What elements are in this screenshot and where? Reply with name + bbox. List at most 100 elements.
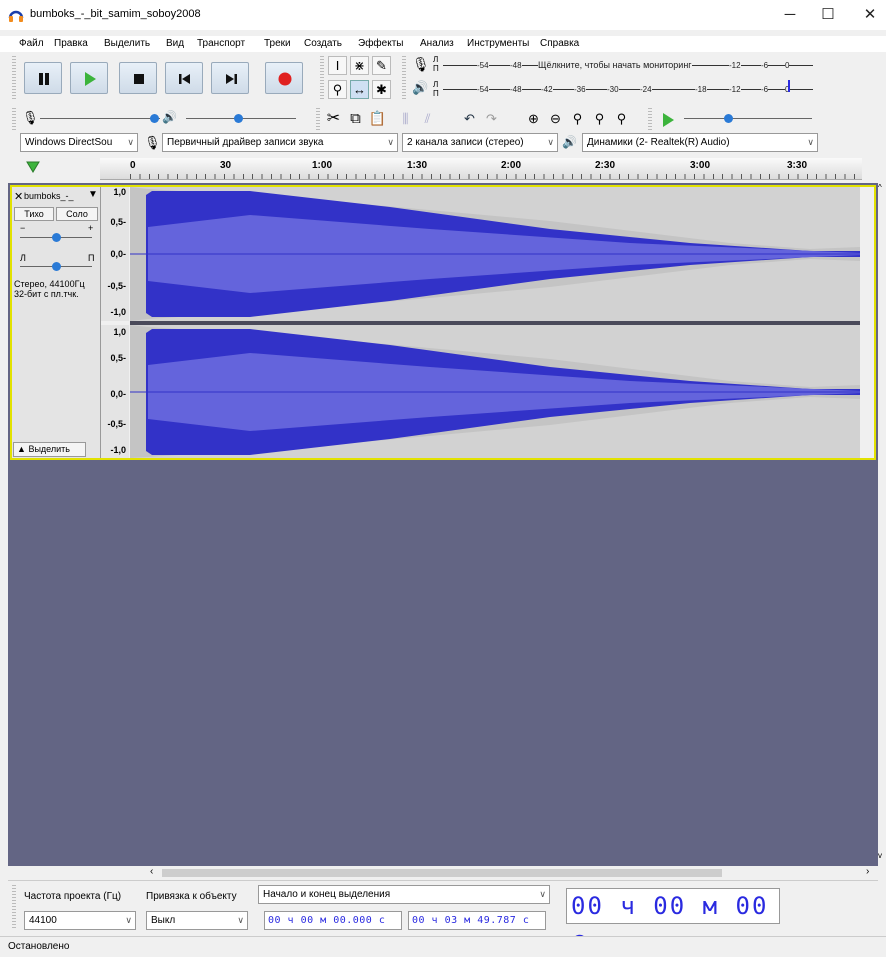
snap-to-select[interactable]: Выкл ∨ bbox=[146, 911, 248, 930]
menu-tools[interactable]: Инструменты bbox=[467, 38, 529, 49]
menu-transport[interactable]: Транспорт bbox=[197, 38, 245, 49]
gain-slider-thumb[interactable] bbox=[52, 233, 61, 242]
play-meter-tick: -48 bbox=[510, 85, 522, 94]
draw-tool-icon[interactable]: ✎ bbox=[372, 56, 391, 75]
toolbar-grip[interactable] bbox=[320, 56, 324, 100]
undo-icon[interactable]: ↶ bbox=[460, 110, 479, 129]
fit-selection-icon[interactable]: ⚲ bbox=[568, 110, 587, 129]
record-meter-tick: -54 bbox=[477, 61, 489, 70]
record-meter-tick: -48 bbox=[510, 61, 522, 70]
input-volume-slider[interactable] bbox=[40, 118, 160, 119]
stop-button[interactable] bbox=[119, 62, 157, 94]
toolbar-grip[interactable] bbox=[402, 56, 406, 100]
trim-icon[interactable]: ⫼ bbox=[396, 110, 415, 129]
track-control-panel: ✕ bumboks_-_ ▼ Тихо Соло − + Л П Стерео,… bbox=[12, 187, 101, 458]
play-button[interactable] bbox=[70, 62, 108, 94]
scroll-thumb[interactable] bbox=[162, 869, 722, 877]
maximize-button[interactable]: ☐ bbox=[808, 4, 848, 26]
selection-end-time[interactable]: 00 ч 03 м 49.787 с bbox=[408, 911, 546, 930]
audio-position-display[interactable]: 00 ч 00 м 00 с bbox=[566, 888, 780, 954]
output-volume-thumb[interactable] bbox=[234, 114, 243, 123]
silence-icon[interactable]: ⫽ bbox=[418, 110, 437, 129]
toolbar-grip[interactable] bbox=[648, 108, 652, 130]
output-volume-speaker-icon: 🔊 bbox=[162, 110, 177, 124]
waveform-left-channel[interactable] bbox=[130, 187, 860, 321]
horizontal-scrollbar[interactable]: ‹ › bbox=[8, 866, 878, 880]
zoom-toggle-icon[interactable]: ⚲ bbox=[612, 110, 631, 129]
selection-tool-icon[interactable]: I bbox=[328, 56, 347, 75]
status-bar: Остановлено bbox=[0, 936, 886, 955]
play-speed-thumb[interactable] bbox=[724, 114, 733, 123]
track-select-button[interactable]: ▲ Выделить bbox=[13, 442, 86, 457]
selection-mode-select[interactable]: Начало и конец выделения ∨ bbox=[258, 885, 550, 904]
vertical-scrollbar[interactable]: ^ v bbox=[878, 183, 886, 866]
record-button[interactable] bbox=[265, 62, 303, 94]
audio-host-select[interactable]: Windows DirectSou ∨ bbox=[20, 133, 138, 152]
menu-tracks[interactable]: Треки bbox=[264, 38, 291, 49]
input-device-select[interactable]: Первичный драйвер записи звука ∨ bbox=[162, 133, 398, 152]
amplitude-scale-right[interactable]: 1,0 0,5- 0,0- -0,5- -1,0 bbox=[101, 325, 129, 458]
scroll-up-icon[interactable]: ^ bbox=[878, 183, 882, 192]
menu-select[interactable]: Выделить bbox=[104, 38, 150, 49]
redo-icon[interactable]: ↷ bbox=[482, 110, 501, 129]
copy-icon[interactable]: ⧉ bbox=[346, 110, 365, 129]
pause-button[interactable] bbox=[24, 62, 62, 94]
pan-slider-thumb[interactable] bbox=[52, 262, 61, 271]
record-meter[interactable]: -54 -48 Щёлкните, чтобы начать мониторин… bbox=[443, 56, 821, 76]
menu-analyze[interactable]: Анализ bbox=[420, 38, 454, 49]
play-speed-slider[interactable] bbox=[684, 118, 812, 119]
selection-start-time[interactable]: 00 ч 00 м 00.000 с bbox=[264, 911, 402, 930]
timeline-ruler[interactable]: 0 30 1:00 1:30 2:00 2:30 3:00 3:30 bbox=[100, 158, 862, 180]
zoom-tool-icon[interactable]: ⚲ bbox=[328, 80, 347, 99]
title-bar: bumboks_-_bit_samim_soboy2008 ─ ☐ ✕ bbox=[0, 0, 886, 30]
menu-effects[interactable]: Эффекты bbox=[358, 38, 403, 49]
fit-project-icon[interactable]: ⚲ bbox=[590, 110, 609, 129]
play-meter-tick: -24 bbox=[640, 85, 652, 94]
multi-tool-icon[interactable]: ✱ bbox=[372, 80, 391, 99]
track-name-menu[interactable]: bumboks_-_ bbox=[24, 191, 74, 201]
toolbar-grip[interactable] bbox=[316, 108, 320, 130]
record-icon bbox=[278, 72, 292, 86]
skip-end-button[interactable] bbox=[211, 62, 249, 94]
mute-button[interactable]: Тихо bbox=[14, 207, 54, 221]
project-rate-select[interactable]: 44100 ∨ bbox=[24, 911, 136, 930]
audacity-logo-icon bbox=[8, 10, 24, 22]
zoom-in-icon[interactable]: ⊕ bbox=[524, 110, 543, 129]
play-at-speed-icon[interactable] bbox=[660, 112, 676, 128]
input-channels-select[interactable]: 2 канала записи (стерео) ∨ bbox=[402, 133, 558, 152]
scroll-down-icon[interactable]: v bbox=[878, 851, 882, 860]
solo-button[interactable]: Соло bbox=[56, 207, 98, 221]
menu-file[interactable]: Файл bbox=[19, 38, 44, 49]
menu-view[interactable]: Вид bbox=[166, 38, 184, 49]
output-device-select[interactable]: Динамики (2- Realtek(R) Audio) ∨ bbox=[582, 133, 818, 152]
minimize-button[interactable]: ─ bbox=[770, 4, 810, 26]
cut-icon[interactable]: ✂ bbox=[324, 110, 343, 129]
play-meter-tick: -36 bbox=[574, 85, 586, 94]
toolbar-grip[interactable] bbox=[12, 885, 16, 929]
toolbar-grip[interactable] bbox=[12, 56, 16, 100]
amplitude-scale-left[interactable]: 1,0 0,5- 0,0- -0,5- -1,0 bbox=[101, 187, 129, 321]
scroll-left-icon[interactable]: ‹ bbox=[150, 866, 153, 877]
close-button[interactable]: ✕ bbox=[850, 4, 886, 26]
playback-meter[interactable]: -54 -48 -42 -36 -30 -24 -18 -12 -6 0 bbox=[443, 80, 821, 100]
menu-edit[interactable]: Правка bbox=[54, 38, 88, 49]
menu-help[interactable]: Справка bbox=[540, 38, 579, 49]
menu-generate[interactable]: Создать bbox=[304, 38, 342, 49]
skip-start-icon bbox=[179, 74, 190, 84]
record-meter-mic-icon[interactable]: 🎙 bbox=[412, 56, 430, 73]
waveform-right-channel[interactable] bbox=[130, 325, 860, 458]
scroll-right-icon[interactable]: › bbox=[866, 866, 869, 877]
paste-icon[interactable]: 📋 bbox=[368, 110, 387, 129]
ruler-label: 2:00 bbox=[501, 160, 522, 171]
play-meter-speaker-icon[interactable]: 🔊 bbox=[412, 80, 428, 96]
track-menu-arrow-icon[interactable]: ▼ bbox=[88, 189, 98, 200]
envelope-tool-icon[interactable]: ⋇ bbox=[350, 56, 369, 75]
zoom-out-icon[interactable]: ⊖ bbox=[546, 110, 565, 129]
time-shift-tool-icon[interactable]: ↔ bbox=[350, 80, 369, 99]
toolbar-grip[interactable] bbox=[12, 108, 16, 130]
close-track-icon[interactable]: ✕ bbox=[14, 190, 23, 203]
ruler-label: 1:00 bbox=[312, 160, 333, 171]
timeline-options-icon[interactable] bbox=[26, 161, 40, 173]
skip-start-button[interactable] bbox=[165, 62, 203, 94]
input-volume-thumb[interactable] bbox=[150, 114, 159, 123]
